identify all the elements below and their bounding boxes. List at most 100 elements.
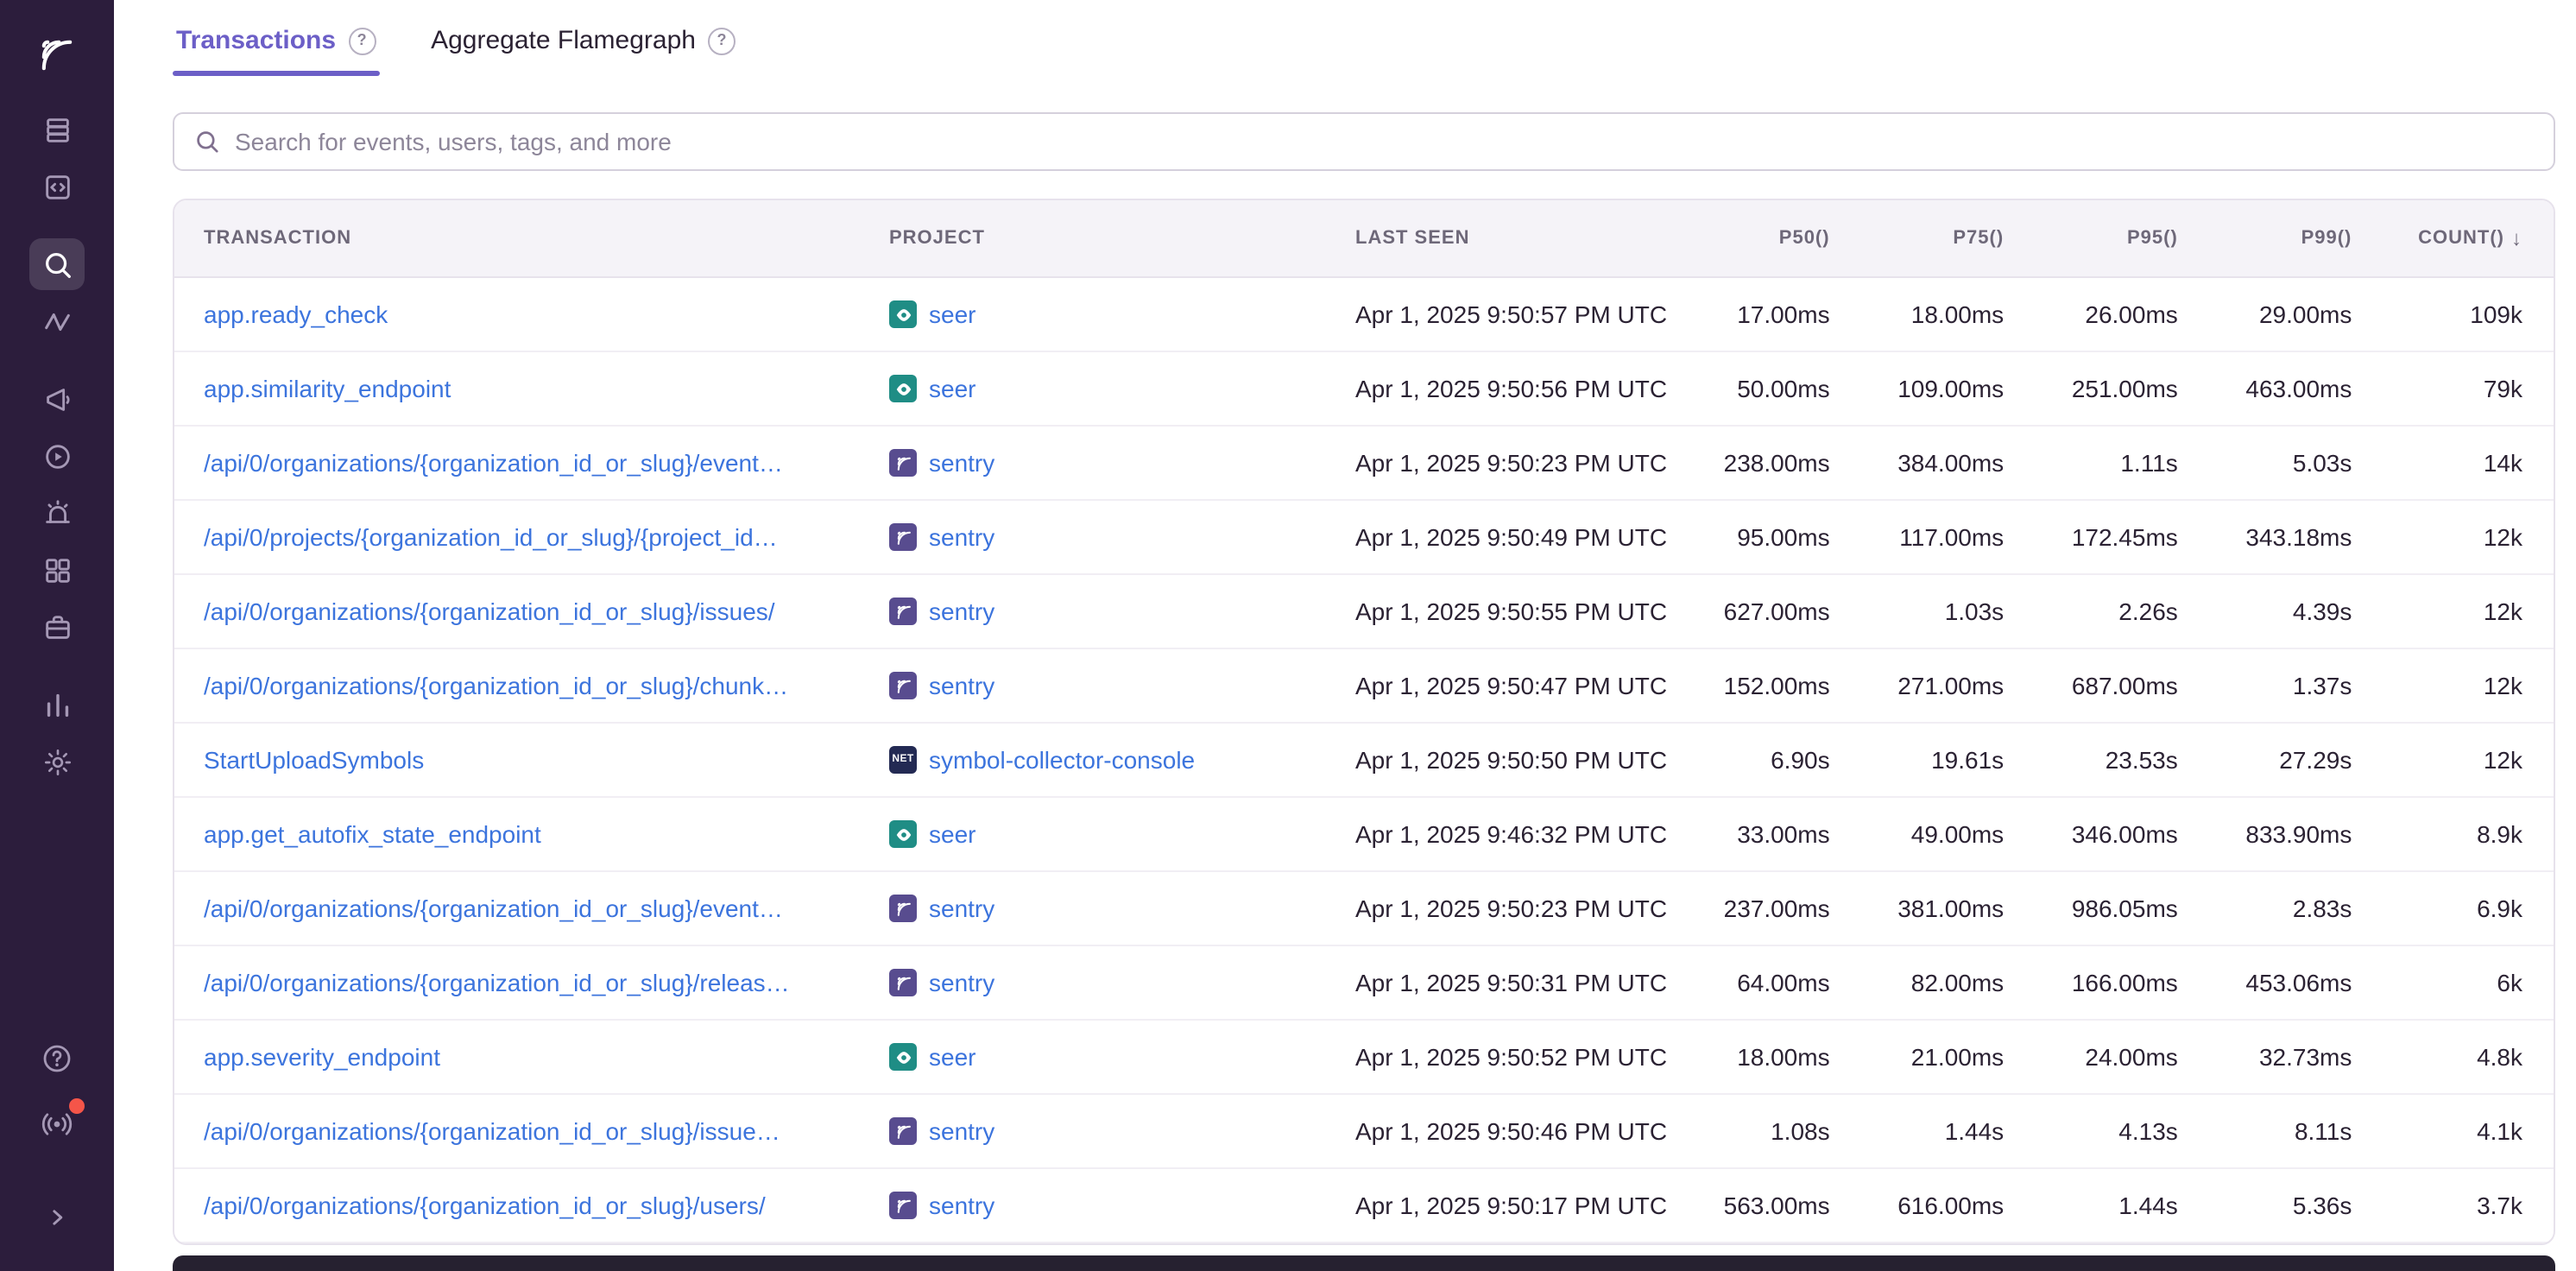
project-link[interactable]: sentry: [929, 598, 994, 625]
p75-cell: 117.00ms: [1858, 523, 2032, 551]
p50-cell: 50.00ms: [1683, 375, 1858, 402]
whats-new-icon[interactable]: [29, 1098, 85, 1150]
table-row: StartUploadSymbols NET symbol-collector-co…: [174, 724, 2554, 798]
table-row: /api/0/projects/{organization_id_or_slug…: [174, 501, 2554, 575]
settings-icon[interactable]: [29, 736, 85, 787]
transaction-link[interactable]: app.ready_check: [204, 300, 388, 328]
project-link[interactable]: sentry: [929, 895, 994, 922]
column-header-transaction[interactable]: TRANSACTION: [174, 228, 889, 249]
p50-cell: 95.00ms: [1683, 523, 1858, 551]
transaction-link[interactable]: /api/0/organizations/{organization_id_or…: [204, 598, 775, 625]
transactions-table: TRANSACTION PROJECT LAST SEEN P50() P75(…: [173, 199, 2555, 1245]
count-cell: 79k: [2379, 375, 2554, 402]
p50-cell: 17.00ms: [1683, 300, 1858, 328]
transaction-link[interactable]: app.similarity_endpoint: [204, 375, 451, 402]
column-header-p50[interactable]: P50(): [1683, 228, 1858, 249]
project-link[interactable]: sentry: [929, 449, 994, 477]
sentry-project-icon: [889, 672, 917, 699]
project-link[interactable]: sentry: [929, 672, 994, 699]
traces-icon[interactable]: [29, 295, 85, 347]
count-cell: 14k: [2379, 449, 2554, 477]
transaction-cell: /api/0/organizations/{organization_id_or…: [174, 672, 889, 699]
p95-cell: 172.45ms: [2031, 523, 2206, 551]
help-icon[interactable]: [29, 1033, 85, 1084]
search-bar[interactable]: [173, 112, 2555, 171]
transaction-cell: app.get_autofix_state_endpoint: [174, 820, 889, 848]
expand-sidebar-icon[interactable]: [29, 1192, 85, 1243]
p99-cell: 4.39s: [2206, 598, 2380, 625]
sidebar-group-explore: [29, 238, 85, 347]
sentry-project-icon: [889, 449, 917, 477]
column-header-project[interactable]: PROJECT: [889, 228, 1355, 249]
dotnet-project-icon: NET: [889, 746, 917, 774]
transaction-link[interactable]: app.get_autofix_state_endpoint: [204, 820, 541, 848]
project-link[interactable]: seer: [929, 300, 975, 328]
feedback-icon[interactable]: [29, 373, 85, 425]
project-link[interactable]: seer: [929, 1043, 975, 1071]
tab-bar: Transactions ? Aggregate Flamegraph ?: [173, 22, 2555, 76]
transaction-cell: /api/0/projects/{organization_id_or_slug…: [174, 523, 889, 551]
count-cell: 109k: [2379, 300, 2554, 328]
aggregate-flamegraph-help-icon[interactable]: ?: [708, 27, 736, 54]
transactions-help-icon[interactable]: ?: [348, 27, 376, 54]
alerts-icon[interactable]: [29, 487, 85, 539]
search-icon[interactable]: [29, 238, 85, 290]
transaction-link[interactable]: /api/0/organizations/{organization_id_or…: [204, 1117, 780, 1145]
p95-cell: 687.00ms: [2031, 672, 2206, 699]
transaction-link[interactable]: /api/0/organizations/{organization_id_or…: [204, 969, 790, 996]
project-link[interactable]: seer: [929, 375, 975, 402]
project-link[interactable]: sentry: [929, 523, 994, 551]
transaction-link[interactable]: /api/0/organizations/{organization_id_or…: [204, 672, 788, 699]
transaction-cell: /api/0/organizations/{organization_id_or…: [174, 969, 889, 996]
table-row: app.similarity_endpointseerApr 1, 2025 9…: [174, 352, 2554, 427]
column-header-p75[interactable]: P75(): [1858, 228, 2032, 249]
transaction-link[interactable]: /api/0/organizations/{organization_id_or…: [204, 895, 783, 922]
p95-cell: 2.26s: [2031, 598, 2206, 625]
column-header-p99[interactable]: P99(): [2206, 228, 2380, 249]
project-link[interactable]: sentry: [929, 1117, 994, 1145]
transaction-link[interactable]: StartUploadSymbols: [204, 746, 424, 774]
project-link[interactable]: symbol-collector-console: [929, 746, 1195, 774]
p75-cell: 82.00ms: [1858, 969, 2032, 996]
p75-cell: 109.00ms: [1858, 375, 2032, 402]
issues-icon[interactable]: [29, 104, 85, 155]
p95-cell: 24.00ms: [2031, 1043, 2206, 1071]
transaction-link[interactable]: app.severity_endpoint: [204, 1043, 440, 1071]
p75-cell: 49.00ms: [1858, 820, 2032, 848]
column-header-count-label: COUNT(): [2418, 228, 2504, 249]
p50-cell: 33.00ms: [1683, 820, 1858, 848]
p95-cell: 166.00ms: [2031, 969, 2206, 996]
replays-icon[interactable]: [29, 430, 85, 482]
p50-cell: 237.00ms: [1683, 895, 1858, 922]
column-header-count[interactable]: COUNT() ↓: [2379, 226, 2554, 250]
sidebar: [0, 0, 114, 1271]
releases-icon[interactable]: [29, 601, 85, 653]
p99-cell: 5.03s: [2206, 449, 2380, 477]
transaction-link[interactable]: /api/0/organizations/{organization_id_or…: [204, 449, 783, 477]
table-body: app.ready_checkseerApr 1, 2025 9:50:57 P…: [174, 278, 2554, 1243]
project-link[interactable]: seer: [929, 820, 975, 848]
project-cell: sentry: [889, 969, 1355, 996]
transaction-cell: /api/0/organizations/{organization_id_or…: [174, 598, 889, 625]
column-header-p95[interactable]: P95(): [2031, 228, 2206, 249]
column-header-last-seen[interactable]: LAST SEEN: [1355, 228, 1683, 249]
dashboards-icon[interactable]: [29, 544, 85, 596]
stats-icon[interactable]: [29, 679, 85, 730]
project-cell: sentry: [889, 895, 1355, 922]
tab-aggregate-flamegraph[interactable]: Aggregate Flamegraph ?: [427, 22, 739, 76]
project-link[interactable]: sentry: [929, 1192, 994, 1219]
p50-cell: 563.00ms: [1683, 1192, 1858, 1219]
sentry-logo[interactable]: [35, 21, 79, 90]
p50-cell: 627.00ms: [1683, 598, 1858, 625]
transaction-link[interactable]: /api/0/projects/{organization_id_or_slug…: [204, 523, 778, 551]
project-link[interactable]: sentry: [929, 969, 994, 996]
projects-icon[interactable]: [29, 161, 85, 212]
project-cell: sentry: [889, 449, 1355, 477]
p50-cell: 6.90s: [1683, 746, 1858, 774]
p95-cell: 1.11s: [2031, 449, 2206, 477]
transaction-link[interactable]: /api/0/organizations/{organization_id_or…: [204, 1192, 766, 1219]
project-cell: seer: [889, 820, 1355, 848]
tab-transactions[interactable]: Transactions ?: [173, 22, 379, 76]
sentry-project-icon: [889, 895, 917, 922]
search-input[interactable]: [235, 128, 2554, 155]
